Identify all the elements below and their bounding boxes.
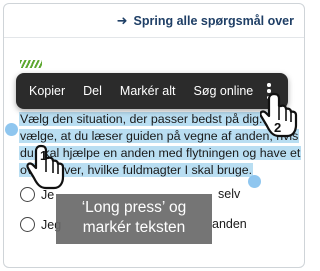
radio-option-suffix-other: anden bbox=[212, 217, 247, 231]
menu-item-share[interactable]: Del bbox=[83, 84, 102, 98]
arrow-right-icon: ➜ bbox=[116, 13, 128, 28]
header-divider bbox=[4, 37, 304, 38]
radio-option-suffix: selv bbox=[218, 187, 241, 201]
text-selection-context-menu: Kopier Del Markér alt Søg online bbox=[16, 73, 288, 109]
radio-option-other[interactable]: Jeg bbox=[20, 217, 61, 232]
skip-all-questions-link[interactable]: ➜ Spring alle spørgsmål over bbox=[117, 13, 294, 29]
instruction-caption: ‘Long press’ og markér teksten bbox=[56, 194, 212, 244]
pointer-number-2: 2 bbox=[274, 120, 281, 135]
radio-option-suffix-self: selv bbox=[218, 187, 240, 201]
caption-line-1: ‘Long press’ og bbox=[81, 199, 187, 216]
menu-item-search-online[interactable]: Søg online bbox=[193, 84, 253, 98]
caption-line-2: markér teksten bbox=[82, 219, 186, 236]
stripes-decoration bbox=[20, 60, 42, 68]
skip-link-label: Spring alle spørgsmål over bbox=[133, 14, 294, 28]
selection-end-handle[interactable] bbox=[248, 175, 261, 188]
selected-text-line-1: Vælg den situation, der passer bedst på … bbox=[19, 112, 283, 126]
radio-option-suffix: anden bbox=[212, 217, 247, 231]
selection-start-handle[interactable] bbox=[5, 123, 18, 136]
pointer-number-1: 1 bbox=[40, 148, 47, 163]
menu-item-copy[interactable]: Kopier bbox=[29, 84, 65, 98]
hand-pointer-icon-2: 2 bbox=[260, 92, 298, 138]
app-frame: ➜ Spring alle spørgsmål over Vælg den si… bbox=[3, 3, 305, 268]
menu-item-select-all[interactable]: Markér alt bbox=[120, 84, 176, 98]
radio-button[interactable] bbox=[20, 217, 35, 232]
selected-text-line-2: vælge, at du læser guiden på vegne af an… bbox=[19, 129, 300, 143]
hand-pointer-icon-1: 1 bbox=[26, 144, 65, 190]
